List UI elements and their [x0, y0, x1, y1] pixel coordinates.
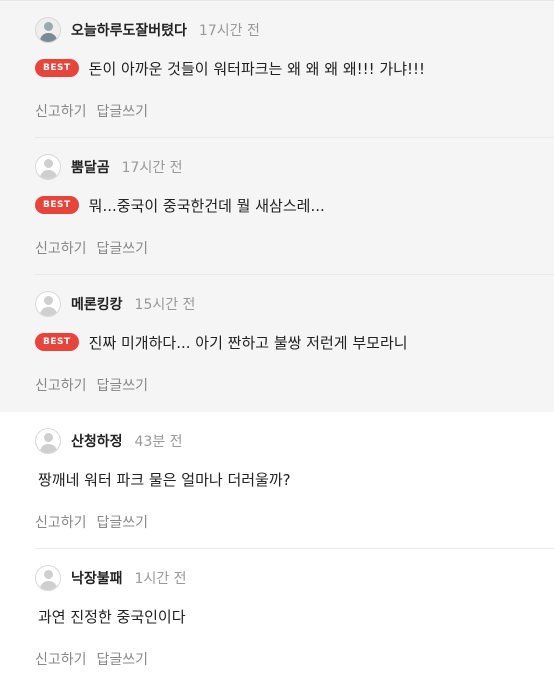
comment-item: 뿜달곰 17시간 전 BEST 뭐...중국이 중국한건데 뭘 새삼스레... …	[0, 138, 554, 275]
comment-item: 오늘하루도잘버텼다 17시간 전 BEST 돈이 아까운 것들이 워터파크는 왜…	[0, 0, 554, 138]
report-button[interactable]: 신고하기	[35, 512, 87, 532]
report-button[interactable]: 신고하기	[35, 649, 87, 669]
comment-time: 43분 전	[134, 434, 183, 450]
comment-text: 뭐...중국이 중국한건데 뭘 새삼스레...	[88, 196, 325, 215]
comment-header: 오늘하루도잘버텼다 17시간 전	[35, 17, 260, 43]
comment-time: 17시간 전	[121, 160, 183, 176]
report-button[interactable]: 신고하기	[35, 101, 87, 121]
best-badge: BEST	[35, 333, 79, 351]
comment-nickname[interactable]: 산청하정	[71, 431, 123, 451]
comment-text: 진짜 미개하다... 아기 짠하고 불쌍 저런게 부모라니	[88, 333, 408, 352]
comment-item: 메론킹캉 15시간 전 BEST 진짜 미개하다... 아기 짠하고 불쌍 저런…	[0, 275, 554, 412]
comment-actions: 신고하기 답글쓰기	[35, 238, 148, 258]
comment-actions: 신고하기 답글쓰기	[35, 649, 148, 669]
comment-text: 짱깨네 워터 파크 물은 얼마나 더러울까?	[38, 470, 291, 489]
avatar[interactable]	[35, 291, 61, 317]
comment-actions: 신고하기 답글쓰기	[35, 512, 148, 532]
avatar[interactable]	[35, 154, 61, 180]
comment-header: 뿜달곰 17시간 전	[35, 154, 183, 180]
comment-time: 15시간 전	[134, 297, 196, 313]
comment-header: 낙장불패 1시간 전	[35, 565, 187, 591]
comment-list: 오늘하루도잘버텼다 17시간 전 BEST 돈이 아까운 것들이 워터파크는 왜…	[0, 0, 554, 677]
best-badge: BEST	[35, 196, 79, 214]
best-badge: BEST	[35, 59, 79, 77]
comment-nickname[interactable]: 오늘하루도잘버텼다	[71, 20, 187, 40]
report-button[interactable]: 신고하기	[35, 375, 87, 395]
comment-nickname[interactable]: 낙장불패	[71, 568, 123, 588]
comment-item: 낙장불패 1시간 전 과연 진정한 중국인이다 신고하기 답글쓰기	[0, 549, 554, 677]
comment-text: 과연 진정한 중국인이다	[38, 607, 186, 626]
reply-button[interactable]: 답글쓰기	[97, 375, 149, 395]
comment-nickname[interactable]: 뿜달곰	[71, 157, 110, 177]
reply-button[interactable]: 답글쓰기	[97, 101, 149, 121]
comment-actions: 신고하기 답글쓰기	[35, 101, 148, 121]
comment-item: 산청하정 43분 전 짱깨네 워터 파크 물은 얼마나 더러울까? 신고하기 답…	[0, 412, 554, 549]
comment-time: 1시간 전	[134, 571, 187, 587]
comment-header: 메론킹캉 15시간 전	[35, 291, 195, 317]
comment-actions: 신고하기 답글쓰기	[35, 375, 148, 395]
avatar[interactable]	[35, 17, 61, 43]
reply-button[interactable]: 답글쓰기	[97, 512, 149, 532]
avatar[interactable]	[35, 428, 61, 454]
comment-text: 돈이 아까운 것들이 워터파크는 왜 왜 왜 왜!!! 가냐!!!	[88, 59, 426, 78]
avatar[interactable]	[35, 565, 61, 591]
comment-time: 17시간 전	[198, 23, 260, 39]
reply-button[interactable]: 답글쓰기	[97, 649, 149, 669]
report-button[interactable]: 신고하기	[35, 238, 87, 258]
comment-nickname[interactable]: 메론킹캉	[71, 294, 123, 314]
reply-button[interactable]: 답글쓰기	[97, 238, 149, 258]
comment-header: 산청하정 43분 전	[35, 428, 183, 454]
